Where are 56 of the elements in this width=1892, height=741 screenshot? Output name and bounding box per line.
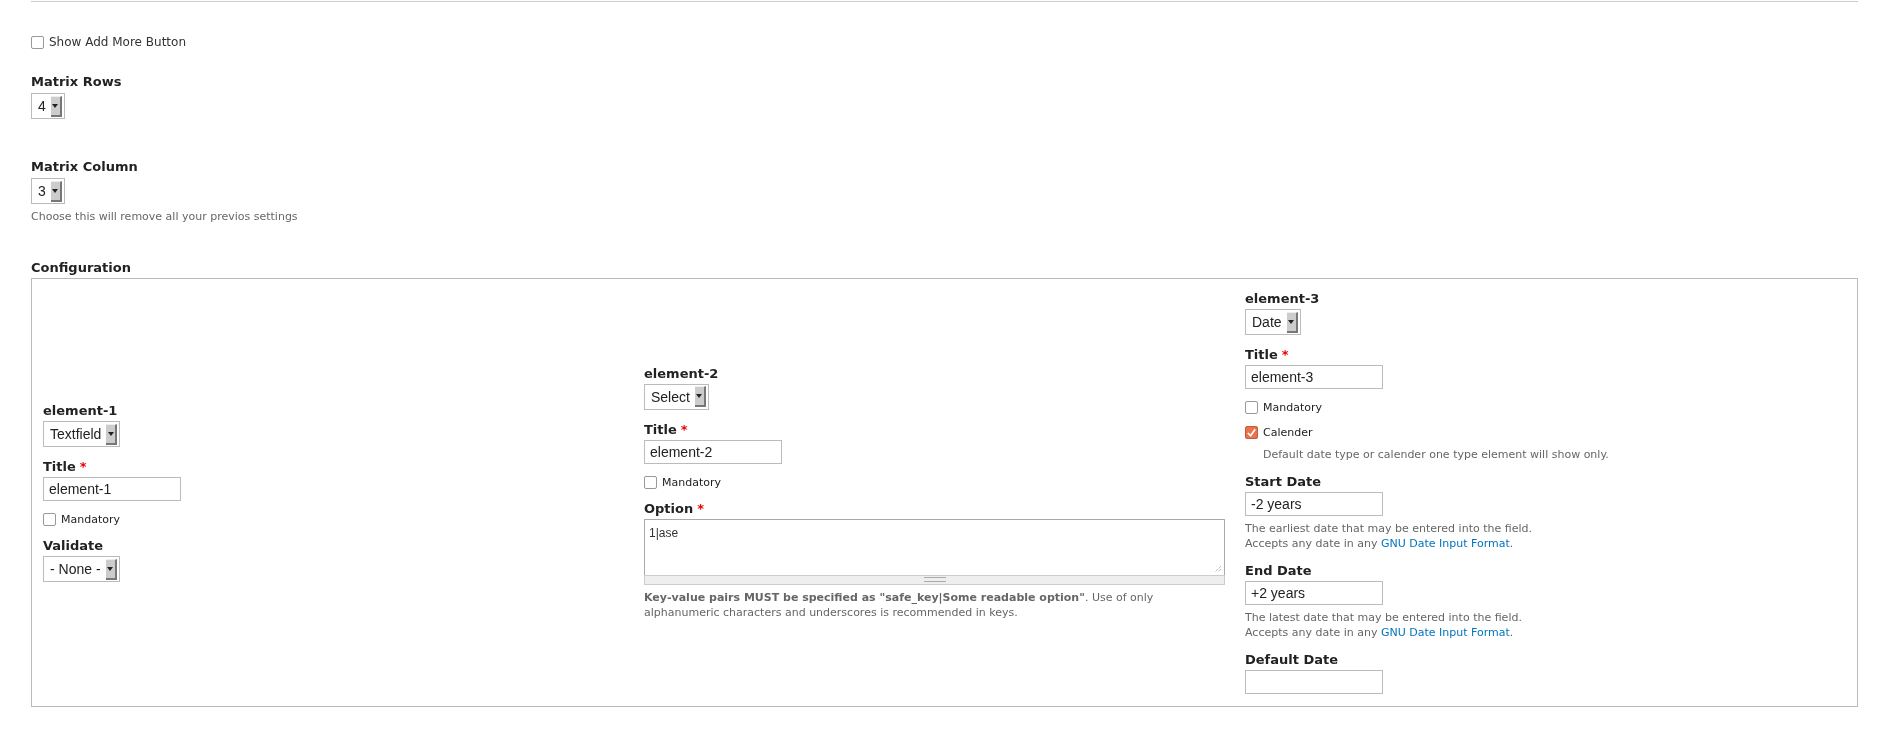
caret-icon [50,180,62,202]
date-format-link[interactable]: GNU Date Input Format [1381,537,1510,550]
field-label: End Date [1245,563,1312,579]
checkbox-label: Mandatory [662,475,721,489]
resize-corner-icon [1214,564,1222,573]
field-label: element-2 [644,365,719,382]
caret-icon [106,423,118,445]
field-label: Validate [43,538,104,554]
field-label: Title [644,421,677,438]
text-field[interactable]: +2 years [1245,581,1383,605]
field-label: element-3 [1245,291,1320,307]
text-field[interactable]: element-3 [1245,365,1383,389]
dropdown-field[interactable]: Select [644,383,709,410]
text-field[interactable]: element-1 [43,477,181,501]
caret-icon [105,558,117,580]
resize-handle[interactable] [644,574,1225,585]
text-field[interactable] [1245,670,1383,694]
dropdown-field[interactable]: - None - [43,556,120,582]
dropdown-field[interactable]: 4 [31,93,65,119]
caret-icon [50,95,62,117]
section-title: Configuration [31,260,132,276]
required-mark: * [697,500,705,516]
textarea-field[interactable]: 1|ase [644,518,1225,575]
required-mark: * [680,421,688,437]
field-label: Option [644,500,694,517]
dropdown-field[interactable]: Date [1245,309,1301,335]
date-format-link[interactable]: GNU Date Input Format [1381,626,1510,639]
field-label: Matrix Rows [31,74,122,90]
checkbox[interactable] [31,35,44,49]
checkbox[interactable] [644,475,657,489]
field-description: Default date type or calender one type element will show only. [1263,447,1609,462]
dropdown-field[interactable]: Textfield [43,421,121,447]
required-mark: * [79,459,87,474]
field-description: Choose this will remove all your previos settings [31,209,298,224]
caret-icon [694,386,706,407]
field-label: Start Date [1245,474,1322,490]
checkbox[interactable] [1245,401,1258,414]
checkbox-label: Mandatory [61,513,120,526]
caret-icon [1286,311,1298,333]
field-label: Title [43,459,76,475]
field-label: Matrix Column [31,159,138,175]
field-description: Key-value pairs MUST be specified as "safe_key|Some readable option". Use of only alphanumeric characters and underscores is recommended in keys. [644,589,1155,620]
required-mark: * [1281,347,1289,362]
checkbox[interactable] [1245,426,1258,439]
field-label: element-1 [43,403,118,419]
checkbox[interactable] [43,513,56,526]
field-label: Title [1245,347,1278,363]
checkbox-label: Mandatory [1263,401,1322,414]
text-field[interactable]: element-2 [644,439,782,464]
checkbox-label: Calender [1263,426,1313,439]
text-field[interactable]: -2 years [1245,492,1383,516]
dropdown-field[interactable]: 3 [31,178,65,204]
field-label: Default Date [1245,652,1339,668]
checkbox-label: Show Add More Button [49,35,186,49]
field-description: The earliest date that may be entered into the field. Accepts any date in any GNU Date Input Format. [1245,521,1532,551]
field-description: The latest date that may be entered into the field. Accepts any date in any GNU Date Input Format. [1245,610,1522,640]
